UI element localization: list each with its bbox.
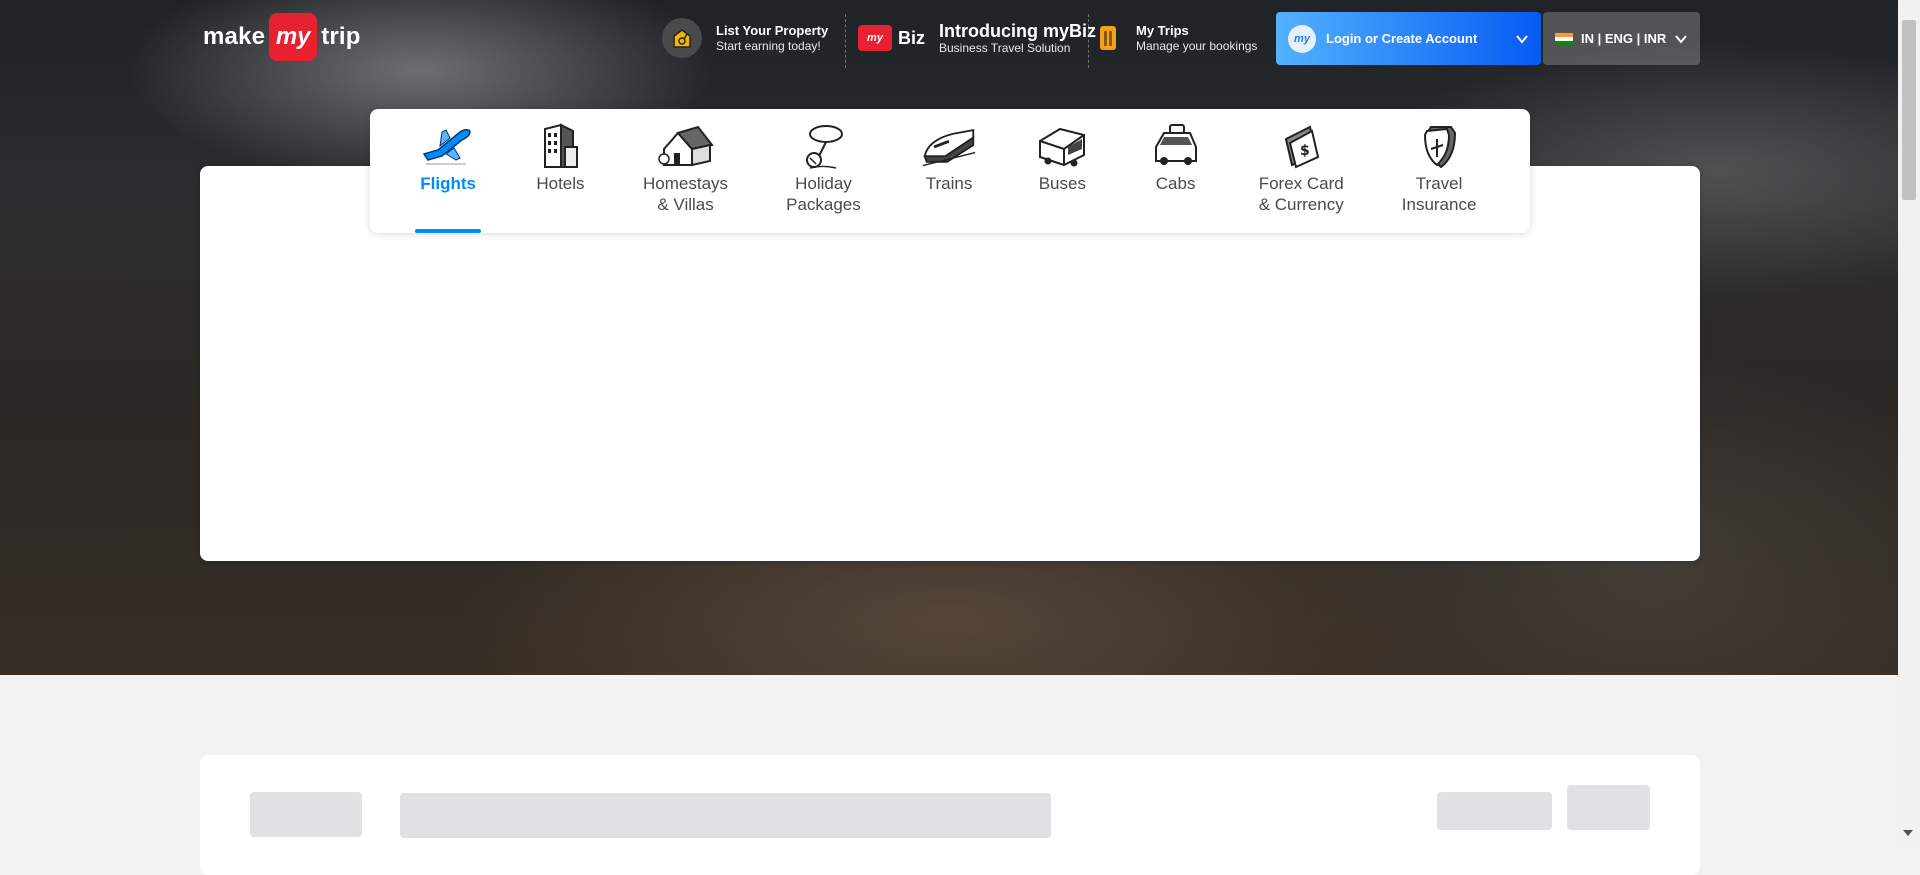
- list-property-title: List Your Property: [716, 22, 829, 38]
- insurance-icon: [1411, 121, 1467, 171]
- skeleton-placeholder: [250, 792, 362, 837]
- makemytrip-logo[interactable]: make my trip: [203, 12, 361, 62]
- nav-label: Homestays & Villas: [643, 174, 729, 214]
- svg-text:$: $: [1300, 143, 1310, 159]
- skeleton-placeholder: [1567, 785, 1650, 830]
- nav-item-trains[interactable]: Trains: [892, 109, 1005, 233]
- nav-label: Forex Card & Currency: [1258, 174, 1344, 214]
- header-divider: [1088, 14, 1089, 68]
- nav-item-forex[interactable]: $ Forex Card & Currency: [1232, 109, 1370, 233]
- skeleton-placeholder: [400, 793, 1051, 838]
- mybiz-bag-icon: my: [858, 25, 892, 51]
- nav-item-cabs[interactable]: Cabs: [1119, 109, 1232, 233]
- nav-item-homestays[interactable]: Homestays & Villas: [617, 109, 755, 233]
- forex-icon: $: [1273, 121, 1329, 171]
- skeleton-placeholder: [1437, 792, 1552, 830]
- nav-label: Holiday Packages: [786, 174, 861, 214]
- hotel-icon: [532, 121, 588, 171]
- mybiz-link[interactable]: my Biz Introducing myBiz Business Travel…: [858, 16, 1096, 60]
- locale-selector[interactable]: IN | ENG | INR: [1543, 12, 1700, 65]
- my-trips-title: My Trips: [1136, 22, 1189, 38]
- nav-item-holiday-packages[interactable]: Holiday Packages: [755, 109, 893, 233]
- login-button[interactable]: my Login or Create Account: [1276, 12, 1541, 65]
- login-label: Login or Create Account: [1326, 31, 1478, 46]
- logo-badge: my: [269, 13, 318, 61]
- train-icon: [921, 121, 977, 171]
- cab-icon: [1148, 121, 1204, 171]
- flight-icon: [420, 121, 476, 171]
- mybiz-title: Introducing myBiz: [939, 20, 1096, 41]
- logo-text-trip: trip: [321, 23, 361, 50]
- nav-label: Cabs: [1155, 174, 1196, 193]
- nav-label: Trains: [925, 174, 973, 193]
- holiday-icon: [795, 121, 851, 171]
- nav-item-hotels[interactable]: Hotels: [504, 109, 616, 233]
- bus-icon: [1034, 121, 1090, 171]
- list-property-link[interactable]: List Your Property Start earning today!: [662, 16, 828, 60]
- homestay-icon: [657, 121, 714, 171]
- suitcase-icon: [1100, 26, 1116, 50]
- chevron-down-icon: [1516, 34, 1528, 44]
- my-trips-link[interactable]: My Trips Manage your bookings: [1100, 16, 1257, 60]
- property-icon: [662, 18, 702, 58]
- nav-item-travel-insurance[interactable]: Travel Insurance: [1370, 109, 1508, 233]
- locale-label: IN | ENG | INR: [1581, 31, 1667, 46]
- user-avatar-icon: my: [1288, 24, 1316, 53]
- scrollbar-thumb[interactable]: [1902, 20, 1916, 200]
- nav-label: Travel Insurance: [1401, 174, 1477, 214]
- mybiz-word: Biz: [898, 27, 925, 48]
- logo-text-make: make: [203, 23, 266, 50]
- nav-label: Flights: [420, 174, 476, 193]
- offers-card-loading: [200, 755, 1700, 875]
- mybiz-subtitle: Business Travel Solution: [939, 40, 1071, 55]
- product-nav: Flights Hotels Homestays & Villas Holida…: [370, 109, 1530, 233]
- india-flag-icon: [1555, 32, 1573, 45]
- nav-label: Hotels: [536, 174, 585, 193]
- header-divider: [845, 14, 846, 68]
- nav-label: Buses: [1038, 174, 1086, 193]
- nav-item-buses[interactable]: Buses: [1006, 109, 1119, 233]
- nav-item-flights[interactable]: Flights: [392, 109, 504, 233]
- my-trips-subtitle: Manage your bookings: [1136, 38, 1258, 53]
- list-property-subtitle: Start earning today!: [716, 38, 821, 53]
- scroll-down-arrow-icon[interactable]: [1903, 830, 1913, 836]
- chevron-down-icon: [1675, 34, 1687, 44]
